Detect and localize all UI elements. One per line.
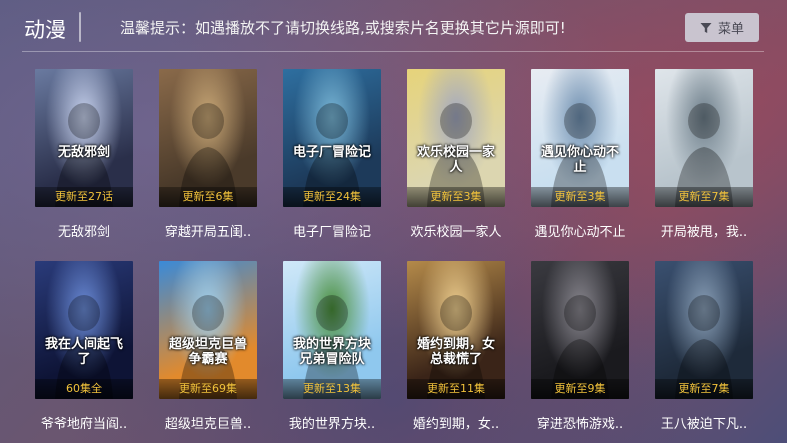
poster-thumbnail[interactable]: 超级坦克巨兽争霸赛更新至69集 (159, 261, 257, 399)
episode-badge: 60集全 (35, 379, 133, 399)
poster-thumbnail[interactable]: 更新至6集 (159, 69, 257, 207)
notice-text: 温馨提示：如遇播放不了请切换线路,或搜索片名更换其它片源即可! (120, 19, 566, 37)
top-bar: 动漫 温馨提示：如遇播放不了请切换线路,或搜索片名更换其它片源即可! 菜单 (0, 0, 787, 52)
video-title[interactable]: 电子厂冒险记 (269, 221, 395, 240)
filter-icon (700, 22, 712, 34)
episode-badge: 更新至3集 (407, 187, 505, 207)
episode-badge: 更新至3集 (531, 187, 629, 207)
poster-title-text: 婚约到期，女总裁慌了 (416, 337, 495, 367)
episode-badge: 更新至9集 (531, 379, 629, 399)
poster-thumbnail[interactable]: 电子厂冒险记更新至24集 (283, 69, 381, 207)
video-title[interactable]: 爷爷地府当阎.. (21, 413, 147, 432)
poster-title-text: 遇见你心动不止 (540, 145, 619, 175)
video-title[interactable]: 超级坦克巨兽.. (145, 413, 271, 432)
poster-title-text: 欢乐校园一家人 (416, 145, 495, 175)
episode-badge: 更新至6集 (159, 187, 257, 207)
menu-button[interactable]: 菜单 (685, 13, 759, 42)
poster-thumbnail[interactable]: 更新至7集 (655, 261, 753, 399)
menu-button-label: 菜单 (717, 22, 744, 37)
poster-thumbnail[interactable]: 遇见你心动不止更新至3集 (531, 69, 629, 207)
video-title[interactable]: 婚约到期，女.. (393, 413, 519, 432)
video-title[interactable]: 欢乐校园一家人 (393, 221, 519, 240)
episode-badge: 更新至13集 (283, 379, 381, 399)
poster-thumbnail[interactable]: 欢乐校园一家人更新至3集 (407, 69, 505, 207)
page-title: 动漫 (24, 18, 66, 42)
episode-badge: 更新至24集 (283, 187, 381, 207)
video-title[interactable]: 我的世界方块.. (269, 413, 395, 432)
poster-thumbnail[interactable]: 婚约到期，女总裁慌了更新至11集 (407, 261, 505, 399)
poster-title-text: 我的世界方块兄弟冒险队 (292, 337, 371, 367)
episode-badge: 更新至11集 (407, 379, 505, 399)
episode-badge: 更新至7集 (655, 379, 753, 399)
poster-thumbnail[interactable]: 无敌邪剑更新至27话 (35, 69, 133, 207)
episode-badge: 更新至7集 (655, 187, 753, 207)
poster-thumbnail[interactable]: 我在人间起飞了 60集全 (35, 261, 133, 399)
video-title[interactable]: 穿进恐怖游戏.. (517, 413, 643, 432)
video-title[interactable]: 穿越开局五闺.. (145, 221, 271, 240)
poster-title-text: 无敌邪剑 (57, 145, 110, 160)
poster-title-text: 我在人间起飞了 (44, 337, 123, 367)
poster-title-text: 电子厂冒险记 (292, 145, 371, 160)
poster-thumbnail[interactable]: 更新至7集 (655, 69, 753, 207)
poster-title-text: 超级坦克巨兽争霸赛 (168, 337, 247, 367)
episode-badge: 更新至69集 (159, 379, 257, 399)
header-divider (22, 51, 764, 52)
episode-badge: 更新至27话 (35, 187, 133, 207)
video-title[interactable]: 开局被甩，我.. (641, 221, 767, 240)
poster-thumbnail[interactable]: 我的世界方块兄弟冒险队更新至13集 (283, 261, 381, 399)
video-title[interactable]: 无敌邪剑 (21, 221, 147, 240)
video-title[interactable]: 遇见你心动不止 (517, 221, 643, 240)
title-divider (79, 12, 81, 42)
poster-thumbnail[interactable]: 更新至9集 (531, 261, 629, 399)
video-title[interactable]: 王八被迫下凡.. (641, 413, 767, 432)
